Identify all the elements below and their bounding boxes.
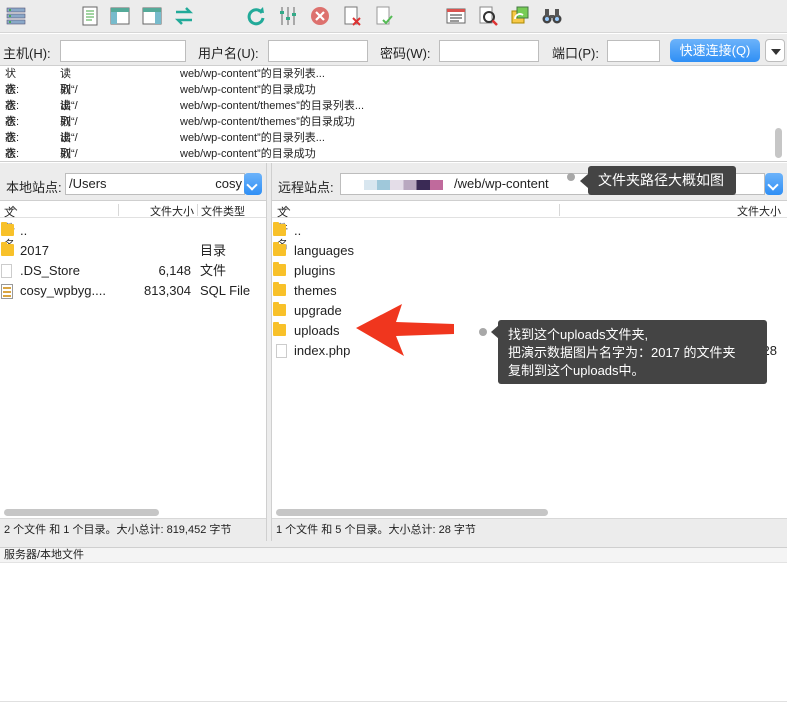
list-item[interactable]: cosy_wpbyg.... 813,304 SQL File	[0, 281, 266, 301]
list-item[interactable]: ..	[272, 221, 787, 241]
folder-icon	[273, 302, 286, 316]
local-horizontal-scrollbar[interactable]	[4, 509, 159, 516]
message-log[interactable]: 状态: 读取“/ web/wp-content”的目录列表... 状态: 列出“…	[0, 66, 787, 162]
list-item[interactable]: ..	[0, 221, 266, 241]
list-item[interactable]: .DS_Store 6,148 文件	[0, 261, 266, 281]
annotation-dot	[479, 328, 487, 336]
folder-icon	[273, 322, 286, 336]
col-filesize[interactable]: 文件大小	[737, 203, 781, 219]
process-queue-icon[interactable]	[276, 4, 300, 28]
cancel-icon[interactable]	[308, 4, 332, 28]
annotation-pointer	[580, 174, 588, 188]
binoculars-icon[interactable]	[540, 4, 564, 28]
local-column-header: 文件名 文件大小 文件类型	[0, 202, 266, 251]
annotation-dot	[567, 173, 575, 181]
local-pane: 本地站点: /Users cosy 文件名 文件大小 文件类型 .. 2017 …	[0, 163, 267, 541]
transfer-queue-icon[interactable]	[172, 4, 196, 28]
remote-path-dropdown[interactable]	[765, 173, 783, 195]
folder-icon	[273, 242, 286, 256]
quickconnect-button[interactable]: 快速连接(Q)	[670, 39, 760, 62]
col-filename[interactable]: 文件名	[277, 203, 291, 251]
site-manager-icon[interactable]	[4, 4, 28, 28]
red-arrow-annotation	[356, 304, 454, 356]
folder-icon	[1, 222, 14, 236]
log-scrollbar[interactable]	[775, 128, 782, 158]
host-label: 主机(H):	[3, 46, 51, 61]
list-item[interactable]: 2017 目录	[0, 241, 266, 261]
remote-column-header: 文件名 文件大小	[272, 202, 787, 251]
password-label: 密码(W):	[380, 46, 431, 61]
directory-filters-icon[interactable]	[444, 4, 468, 28]
file-icon	[276, 344, 287, 358]
col-filename[interactable]: 文件名	[4, 203, 18, 251]
folder-icon	[273, 282, 286, 296]
remote-horizontal-scrollbar[interactable]	[276, 509, 548, 516]
toggle-local-tree-icon[interactable]	[108, 4, 132, 28]
local-site-label: 本地站点:	[6, 180, 62, 195]
toolbar	[0, 0, 787, 33]
path-annotation: 文件夹路径大概如图	[588, 166, 736, 195]
remote-status-bar: 1 个文件 和 5 个目录。大小总计: 28 字节	[272, 518, 787, 541]
local-status-bar: 2 个文件 和 1 个目录。大小总计: 819,452 字节	[0, 518, 266, 541]
username-label: 用户名(U):	[198, 46, 259, 61]
reconnect-icon[interactable]	[372, 4, 396, 28]
toggle-remote-tree-icon[interactable]	[140, 4, 164, 28]
port-input[interactable]	[607, 40, 660, 62]
port-label: 端口(P):	[552, 46, 599, 61]
file-icon	[1, 264, 12, 278]
username-input[interactable]	[268, 40, 368, 62]
redacted-path-segment	[344, 179, 454, 190]
remote-site-label: 远程站点:	[278, 180, 334, 195]
toggle-log-icon[interactable]	[78, 4, 102, 28]
folder-icon	[273, 262, 286, 276]
sync-browse-icon[interactable]	[508, 4, 532, 28]
disconnect-icon[interactable]	[340, 4, 364, 28]
refresh-icon[interactable]	[244, 4, 268, 28]
password-input[interactable]	[439, 40, 539, 62]
transfer-queue[interactable]	[0, 563, 787, 702]
list-item[interactable]: plugins	[272, 261, 787, 281]
list-item[interactable]: languages	[272, 241, 787, 261]
sql-file-icon	[1, 284, 14, 299]
uploads-annotation: 找到这个uploads文件夹, 把演示数据图片名字为：2017 的文件夹 复制到…	[498, 320, 767, 384]
queue-header[interactable]: 服务器/本地文件	[0, 547, 787, 563]
quickconnect-history-dropdown[interactable]	[765, 39, 785, 62]
col-filetype[interactable]: 文件类型	[201, 203, 245, 219]
local-path-input[interactable]: /Users cosy	[65, 173, 245, 195]
quickconnect-bar: 主机(H): 用户名(U): 密码(W): 端口(P): 快速连接(Q)	[0, 34, 787, 66]
host-input[interactable]	[60, 40, 186, 62]
local-path-dropdown[interactable]	[244, 173, 262, 195]
folder-icon	[1, 242, 14, 256]
col-filesize[interactable]: 文件大小	[150, 203, 194, 219]
folder-icon	[273, 222, 286, 236]
search-icon[interactable]	[476, 4, 500, 28]
local-site-bar: 本地站点: /Users cosy	[0, 163, 266, 201]
list-item[interactable]: themes	[272, 281, 787, 301]
